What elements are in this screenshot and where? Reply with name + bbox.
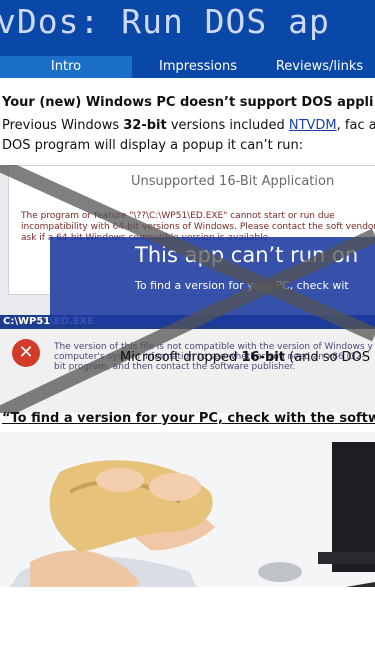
para-text-2: versions included bbox=[166, 118, 289, 133]
ntvdm-link[interactable]: NTVDM bbox=[289, 118, 337, 133]
cross-out-lines bbox=[0, 165, 375, 413]
caption-text-2: (and so DOS bbox=[284, 350, 371, 365]
para-text-1: Previous Windows bbox=[2, 118, 124, 133]
tab-intro[interactable]: Intro bbox=[0, 56, 132, 78]
tab-reviews-links[interactable]: Reviews/links bbox=[264, 56, 375, 78]
caption-text-1: Microsoft dropped bbox=[120, 350, 242, 365]
article-heading: Your (new) Windows PC doesn’t support DO… bbox=[2, 95, 374, 110]
quote-heading: “To find a version for your PC, check wi… bbox=[2, 411, 375, 426]
para-bold-32bit: 32-bit bbox=[123, 118, 167, 133]
site-banner: vDos: Run DOS ap bbox=[0, 0, 375, 58]
intro-paragraph: Previous Windows 32-bit versions include… bbox=[2, 116, 375, 156]
site-title: vDos: Run DOS ap bbox=[0, 2, 330, 41]
caption: Microsoft dropped 16-bit (and so DOS bbox=[120, 350, 370, 365]
error-popups-screenshot: Unsupported 16-Bit Application The progr… bbox=[0, 165, 375, 413]
tab-impressions[interactable]: Impressions bbox=[132, 56, 264, 78]
frustrated-user-illustration bbox=[0, 432, 375, 587]
frustrated-user-photo bbox=[0, 432, 375, 587]
caption-bold-16bit: 16-bit bbox=[241, 350, 285, 365]
nav-tabs: Intro Impressions Reviews/links bbox=[0, 56, 375, 78]
